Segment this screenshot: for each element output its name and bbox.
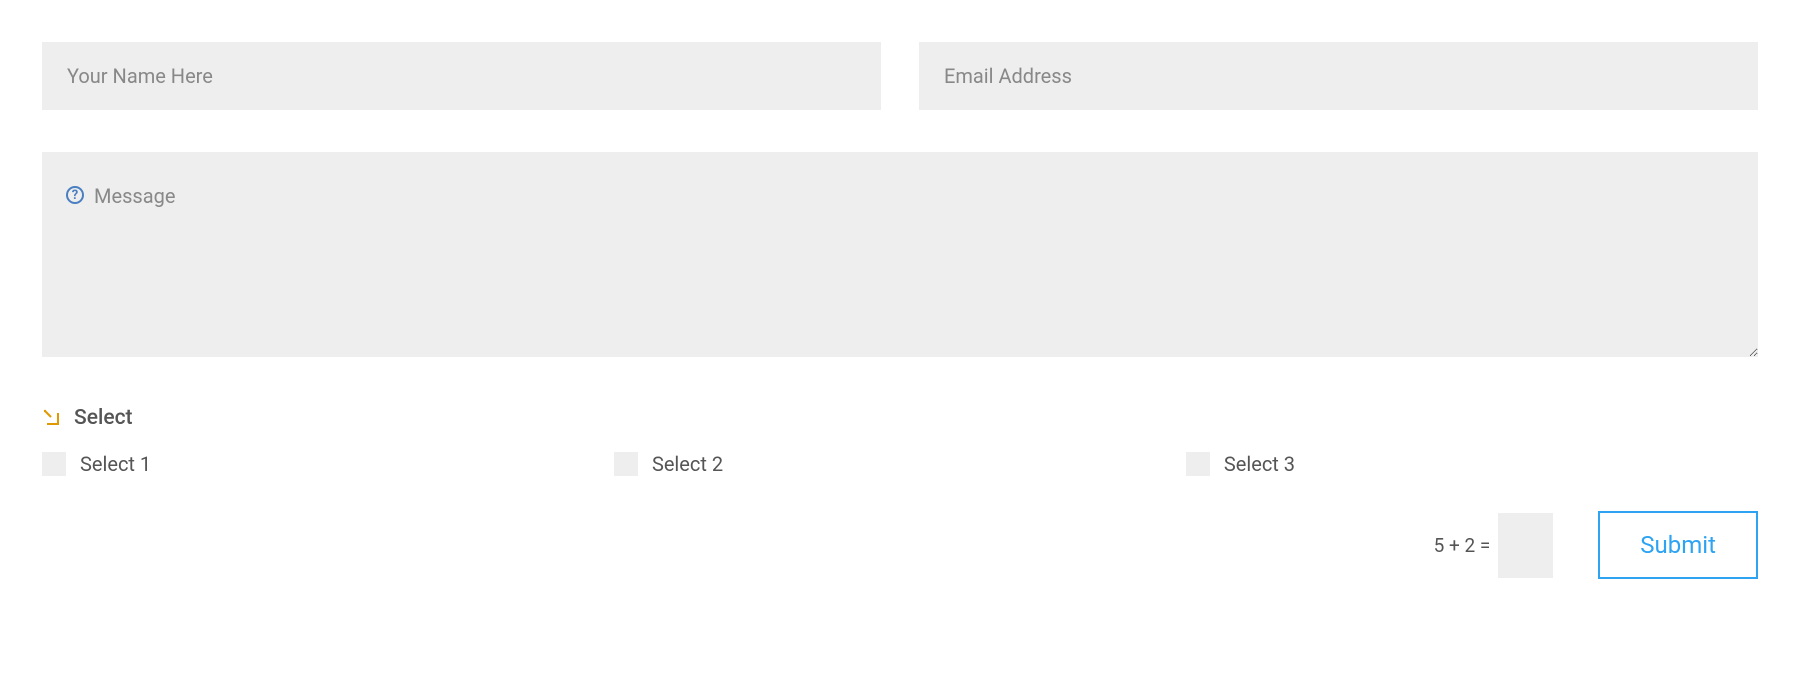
- checkbox-option-2[interactable]: Select 2: [614, 452, 1186, 476]
- checkbox-option-1[interactable]: Select 1: [42, 452, 614, 476]
- name-input[interactable]: [42, 42, 881, 110]
- name-email-row: [42, 42, 1758, 110]
- message-textarea[interactable]: [42, 152, 1758, 357]
- checkbox-row: Select 1 Select 2 Select 3: [42, 452, 1758, 476]
- help-icon[interactable]: ?: [66, 186, 84, 204]
- checkbox-option-3[interactable]: Select 3: [1186, 452, 1758, 476]
- email-input[interactable]: [919, 42, 1758, 110]
- expand-icon: [42, 408, 62, 428]
- select-section: Select Select 1 Select 2 Select 3: [42, 406, 1758, 476]
- contact-form: ? Select Select 1 Select 2: [42, 42, 1758, 579]
- submit-button[interactable]: Submit: [1598, 511, 1758, 579]
- select-header: Select: [42, 406, 1758, 430]
- captcha-question: 5 + 2 =: [1434, 534, 1491, 557]
- checkbox-label: Select 3: [1224, 452, 1295, 476]
- form-footer: 5 + 2 = Submit: [42, 511, 1758, 579]
- select-label: Select: [74, 406, 133, 430]
- checkbox-box: [42, 452, 66, 476]
- checkbox-box: [1186, 452, 1210, 476]
- checkbox-label: Select 1: [80, 452, 151, 476]
- captcha-group: 5 + 2 =: [1434, 513, 1554, 578]
- captcha-input[interactable]: [1498, 513, 1553, 578]
- checkbox-label: Select 2: [652, 452, 723, 476]
- checkbox-box: [614, 452, 638, 476]
- message-wrapper: ?: [42, 152, 1758, 361]
